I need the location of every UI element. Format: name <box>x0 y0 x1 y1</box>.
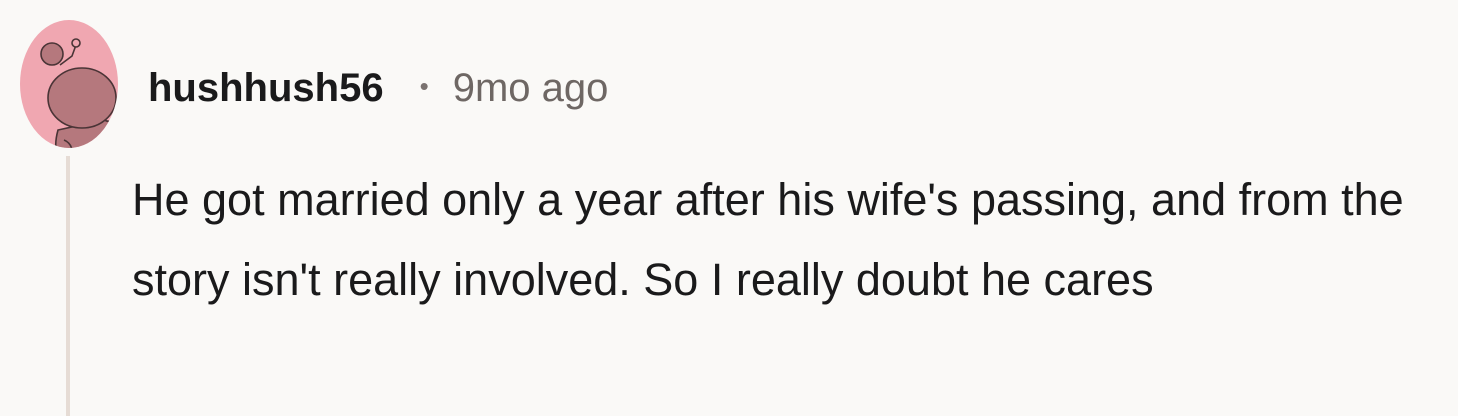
comment: hushhush56 • 9mo ago He got married only… <box>0 0 1458 416</box>
separator-dot: • <box>419 70 429 101</box>
timestamp[interactable]: 9mo ago <box>453 66 609 111</box>
thread-line[interactable] <box>66 156 70 416</box>
comment-body: He got married only a year after his wif… <box>132 174 1404 305</box>
username[interactable]: hushhush56 <box>148 66 384 111</box>
comment-meta: hushhush56 • 9mo ago <box>148 62 608 114</box>
reddit-snoo-avatar-icon <box>20 20 118 148</box>
avatar[interactable] <box>20 20 118 148</box>
